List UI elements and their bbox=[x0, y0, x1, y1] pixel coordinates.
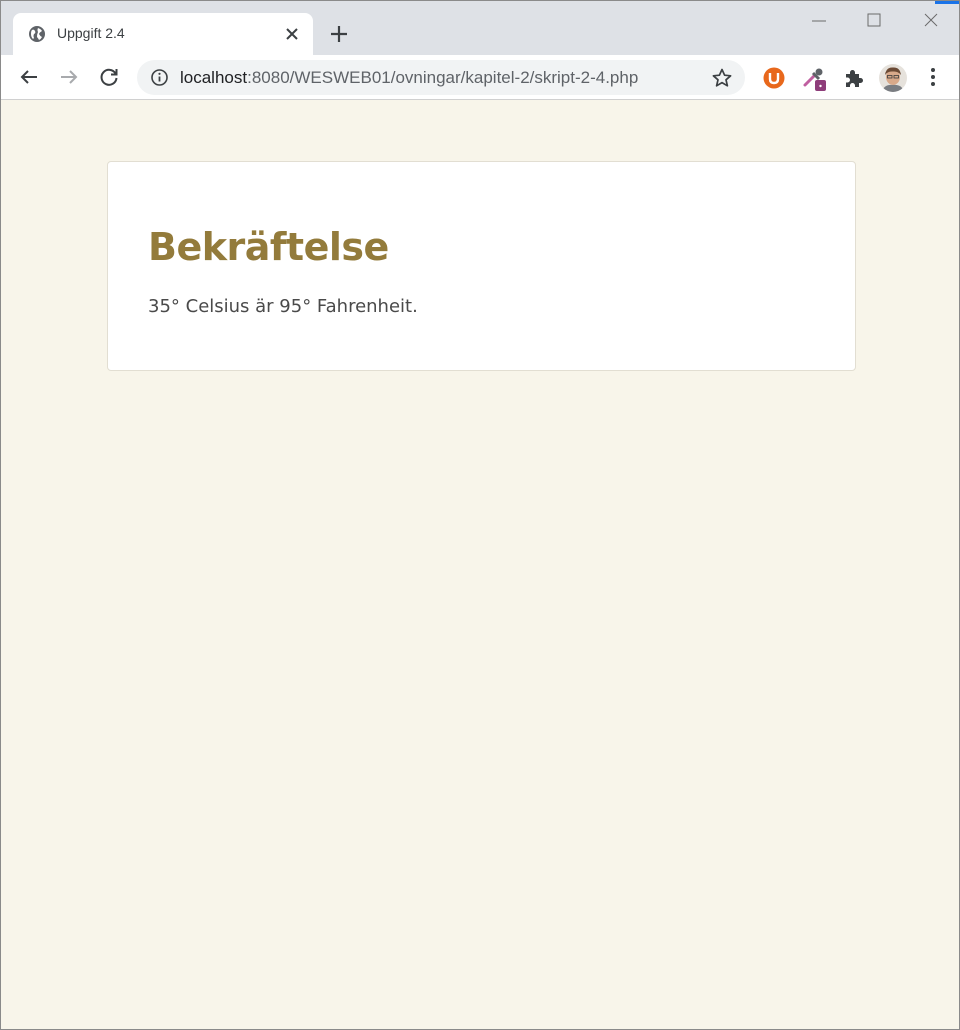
url-host: localhost bbox=[180, 68, 248, 87]
maximize-icon[interactable] bbox=[862, 9, 886, 33]
avatar[interactable] bbox=[879, 64, 907, 92]
ublock-icon[interactable] bbox=[761, 65, 787, 91]
reload-icon[interactable] bbox=[97, 65, 121, 89]
browser-window: Uppgift 2.4 localhost:8080/WESWEB01/ovni… bbox=[0, 0, 960, 1030]
url-text[interactable]: localhost:8080/WESWEB01/ovningar/kapitel… bbox=[180, 68, 638, 88]
conversion-result: 35° Celsius är 95° Fahrenheit. bbox=[148, 296, 418, 317]
title-bar: Uppgift 2.4 bbox=[1, 1, 959, 55]
page-viewport: Bekräftelse 35° Celsius är 95° Fahrenhei… bbox=[1, 101, 959, 1029]
close-tab-icon[interactable] bbox=[281, 23, 303, 45]
color-picker-icon[interactable] bbox=[801, 65, 827, 91]
url-path: :8080/WESWEB01/ovningar/kapitel-2/skript… bbox=[247, 68, 639, 87]
minimize-icon[interactable] bbox=[807, 9, 831, 33]
back-arrow-icon[interactable] bbox=[17, 65, 41, 89]
close-window-icon[interactable] bbox=[919, 9, 943, 33]
menu-kebab-icon[interactable] bbox=[923, 65, 943, 89]
page-title: Bekräftelse bbox=[148, 225, 389, 269]
new-tab-icon[interactable] bbox=[327, 22, 351, 46]
browser-toolbar: localhost:8080/WESWEB01/ovningar/kapitel… bbox=[1, 55, 959, 100]
accent-strip bbox=[935, 1, 959, 4]
confirmation-card: Bekräftelse 35° Celsius är 95° Fahrenhei… bbox=[107, 161, 856, 371]
puzzle-icon[interactable] bbox=[841, 65, 867, 91]
tab-title: Uppgift 2.4 bbox=[57, 25, 125, 41]
forward-arrow-icon[interactable] bbox=[57, 65, 81, 89]
globe-icon bbox=[29, 26, 45, 42]
profile-photo-icon bbox=[879, 64, 907, 92]
address-bar[interactable]: localhost:8080/WESWEB01/ovningar/kapitel… bbox=[137, 60, 745, 95]
info-icon[interactable] bbox=[150, 68, 169, 87]
tab-active[interactable]: Uppgift 2.4 bbox=[13, 13, 313, 55]
star-icon[interactable] bbox=[711, 67, 733, 89]
